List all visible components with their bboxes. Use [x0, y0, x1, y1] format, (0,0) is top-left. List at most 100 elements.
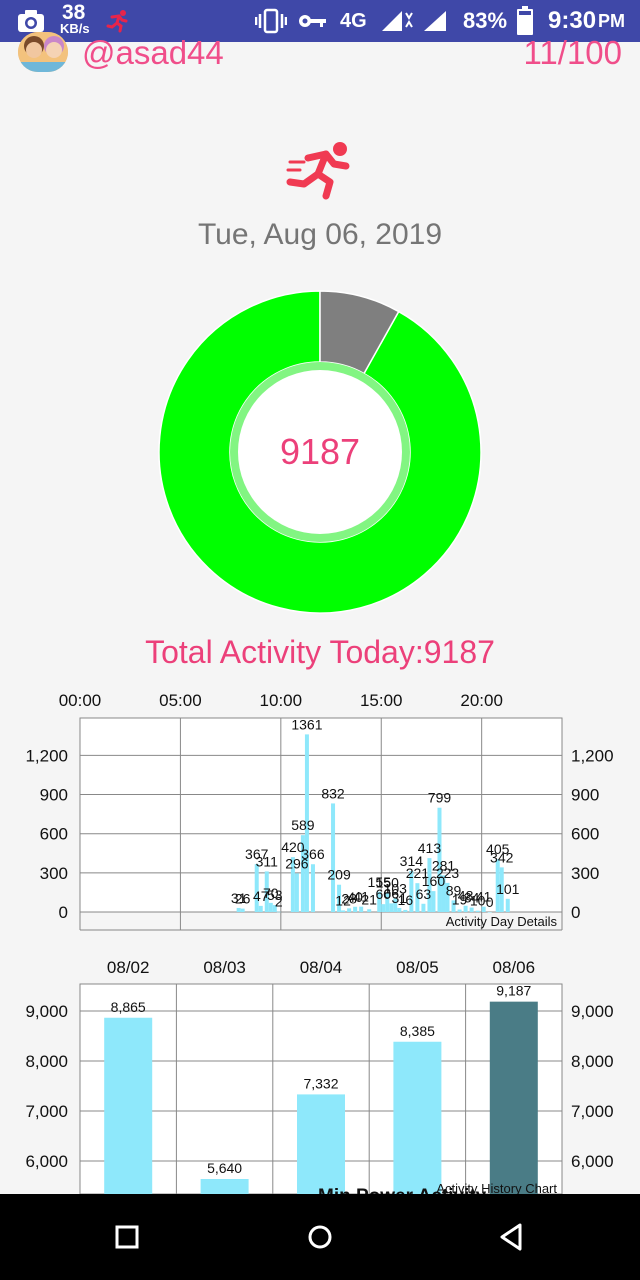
day-bar	[236, 907, 241, 912]
profile-header: @asad44 11/100	[0, 32, 640, 82]
day-bar-value-label: 413	[418, 840, 442, 856]
chart-description: Activity Day Details	[446, 914, 558, 929]
history-bar	[489, 1001, 538, 1194]
y-tick-label-left: 900	[40, 786, 68, 805]
y-tick-label-right: 6,000	[571, 1152, 614, 1171]
day-bar	[347, 908, 352, 912]
day-bar-value-label: 589	[291, 817, 315, 833]
day-bar	[367, 909, 372, 912]
day-bar	[359, 906, 364, 912]
back-triangle-icon[interactable]	[487, 1212, 537, 1262]
day-bar-value-label: 799	[428, 790, 452, 806]
username: @asad44	[82, 34, 224, 71]
total-activity-label: Total Activity Today:9187	[145, 634, 495, 670]
home-circle-icon[interactable]	[295, 1212, 345, 1262]
runner-icon	[286, 142, 350, 200]
score-counter: 11/100	[523, 34, 622, 71]
day-bar	[240, 908, 245, 912]
history-bar	[104, 1017, 153, 1194]
day-bar-value-label: 101	[496, 881, 520, 897]
signal-icon	[382, 11, 446, 31]
day-bar	[258, 905, 263, 912]
day-bar	[381, 904, 386, 912]
day-bar	[505, 898, 510, 912]
chart-description: Activity History Chart	[436, 1181, 557, 1194]
day-bar-value-label: 223	[436, 865, 460, 881]
y-tick-label-left: 6,000	[25, 1152, 68, 1171]
day-bar-value-label: 26	[235, 891, 251, 907]
day-bar	[397, 907, 402, 912]
activity-day-details-chart[interactable]: 00:00 05:00 10:00 15:00 20:00 0 0 300 300 600 600 9…	[0, 680, 640, 940]
x-tick-label: 08/03	[203, 958, 246, 977]
x-tick-label: 05:00	[159, 691, 202, 710]
day-bar-value-label: 2	[275, 894, 283, 910]
history-bar	[393, 1041, 442, 1194]
x-tick-label: 08/06	[493, 958, 536, 977]
y-tick-label-left: 300	[40, 864, 68, 883]
y-tick-label-right: 7,000	[571, 1102, 614, 1121]
plot-area	[79, 717, 563, 913]
day-bar-value-label: 209	[327, 867, 351, 883]
y-tick-label-right: 9,000	[571, 1002, 614, 1021]
day-bar-value-label: 832	[321, 785, 345, 801]
day-bar	[487, 912, 492, 913]
activity-donut-chart[interactable]: 9187	[158, 290, 482, 614]
history-bar-value-label: 8,385	[400, 1023, 435, 1039]
history-bar-value-label: 5,640	[207, 1160, 242, 1176]
y-tick-label-right: 1,200	[571, 746, 614, 765]
battery-icon	[517, 6, 533, 35]
day-bar	[353, 906, 358, 912]
day-bar	[341, 910, 346, 912]
x-tick-label: 08/05	[396, 958, 439, 977]
day-bar-value-label: 1361	[291, 716, 322, 732]
y-tick-label-right: 0	[571, 903, 580, 922]
y-tick-label-right: 600	[571, 825, 599, 844]
camera-icon	[18, 10, 44, 32]
day-bar	[276, 911, 281, 913]
y-tick-label-left: 9,000	[25, 1002, 68, 1021]
key-icon	[299, 15, 326, 27]
donut-center-value: 9187	[279, 431, 361, 472]
day-bar-value-label: 0	[486, 894, 494, 910]
y-tick-label-left: 8,000	[25, 1052, 68, 1071]
x-tick-label: 08/04	[300, 958, 343, 977]
x-tick-label: 08/02	[107, 958, 150, 977]
day-bar	[403, 909, 408, 912]
battery-percent: 83%	[463, 8, 508, 33]
activity-date: Tue, Aug 06, 2019	[197, 218, 443, 251]
y-tick-label-left: 1,200	[25, 746, 68, 765]
vibrate-icon	[255, 8, 287, 34]
x-tick-label: 20:00	[460, 691, 503, 710]
day-bar	[268, 902, 273, 912]
y-tick-label-right: 300	[571, 864, 599, 883]
y-tick-label-right: 8,000	[571, 1052, 614, 1071]
history-bar-value-label: 8,865	[111, 999, 146, 1015]
day-bar	[475, 910, 480, 912]
day-bar	[431, 891, 436, 912]
day-bar-value-label: 16	[398, 892, 414, 908]
x-tick-label: 15:00	[360, 691, 403, 710]
network-type: 4G	[340, 10, 367, 32]
history-bar-value-label: 7,332	[303, 1075, 338, 1091]
day-bar-value-label: 311	[256, 853, 279, 869]
day-bar	[421, 903, 426, 912]
y-tick-label-right: 900	[571, 786, 599, 805]
day-bar	[310, 864, 315, 912]
day-bar-value-label: 366	[301, 846, 325, 862]
y-tick-label-left: 0	[59, 903, 68, 922]
history-bar-value-label: 9,187	[496, 983, 531, 999]
system-nav-bar	[0, 1194, 640, 1280]
day-bar	[294, 873, 299, 912]
x-tick-label: 00:00	[59, 691, 102, 710]
runner-notification-icon	[106, 10, 128, 33]
recents-square-icon[interactable]	[102, 1212, 152, 1262]
x-tick-label: 10:00	[260, 691, 303, 710]
avatar[interactable]	[18, 32, 68, 72]
day-bar-value-label: 342	[490, 849, 514, 865]
y-tick-label-left: 600	[40, 825, 68, 844]
activity-history-chart[interactable]: 08/02 08/03 08/04 08/05 08/06 6,000 6,000 7,000…	[0, 950, 640, 1194]
y-tick-label-left: 7,000	[25, 1102, 68, 1121]
history-bar	[200, 1179, 249, 1194]
day-bar	[457, 909, 462, 912]
history-bar	[297, 1094, 345, 1194]
